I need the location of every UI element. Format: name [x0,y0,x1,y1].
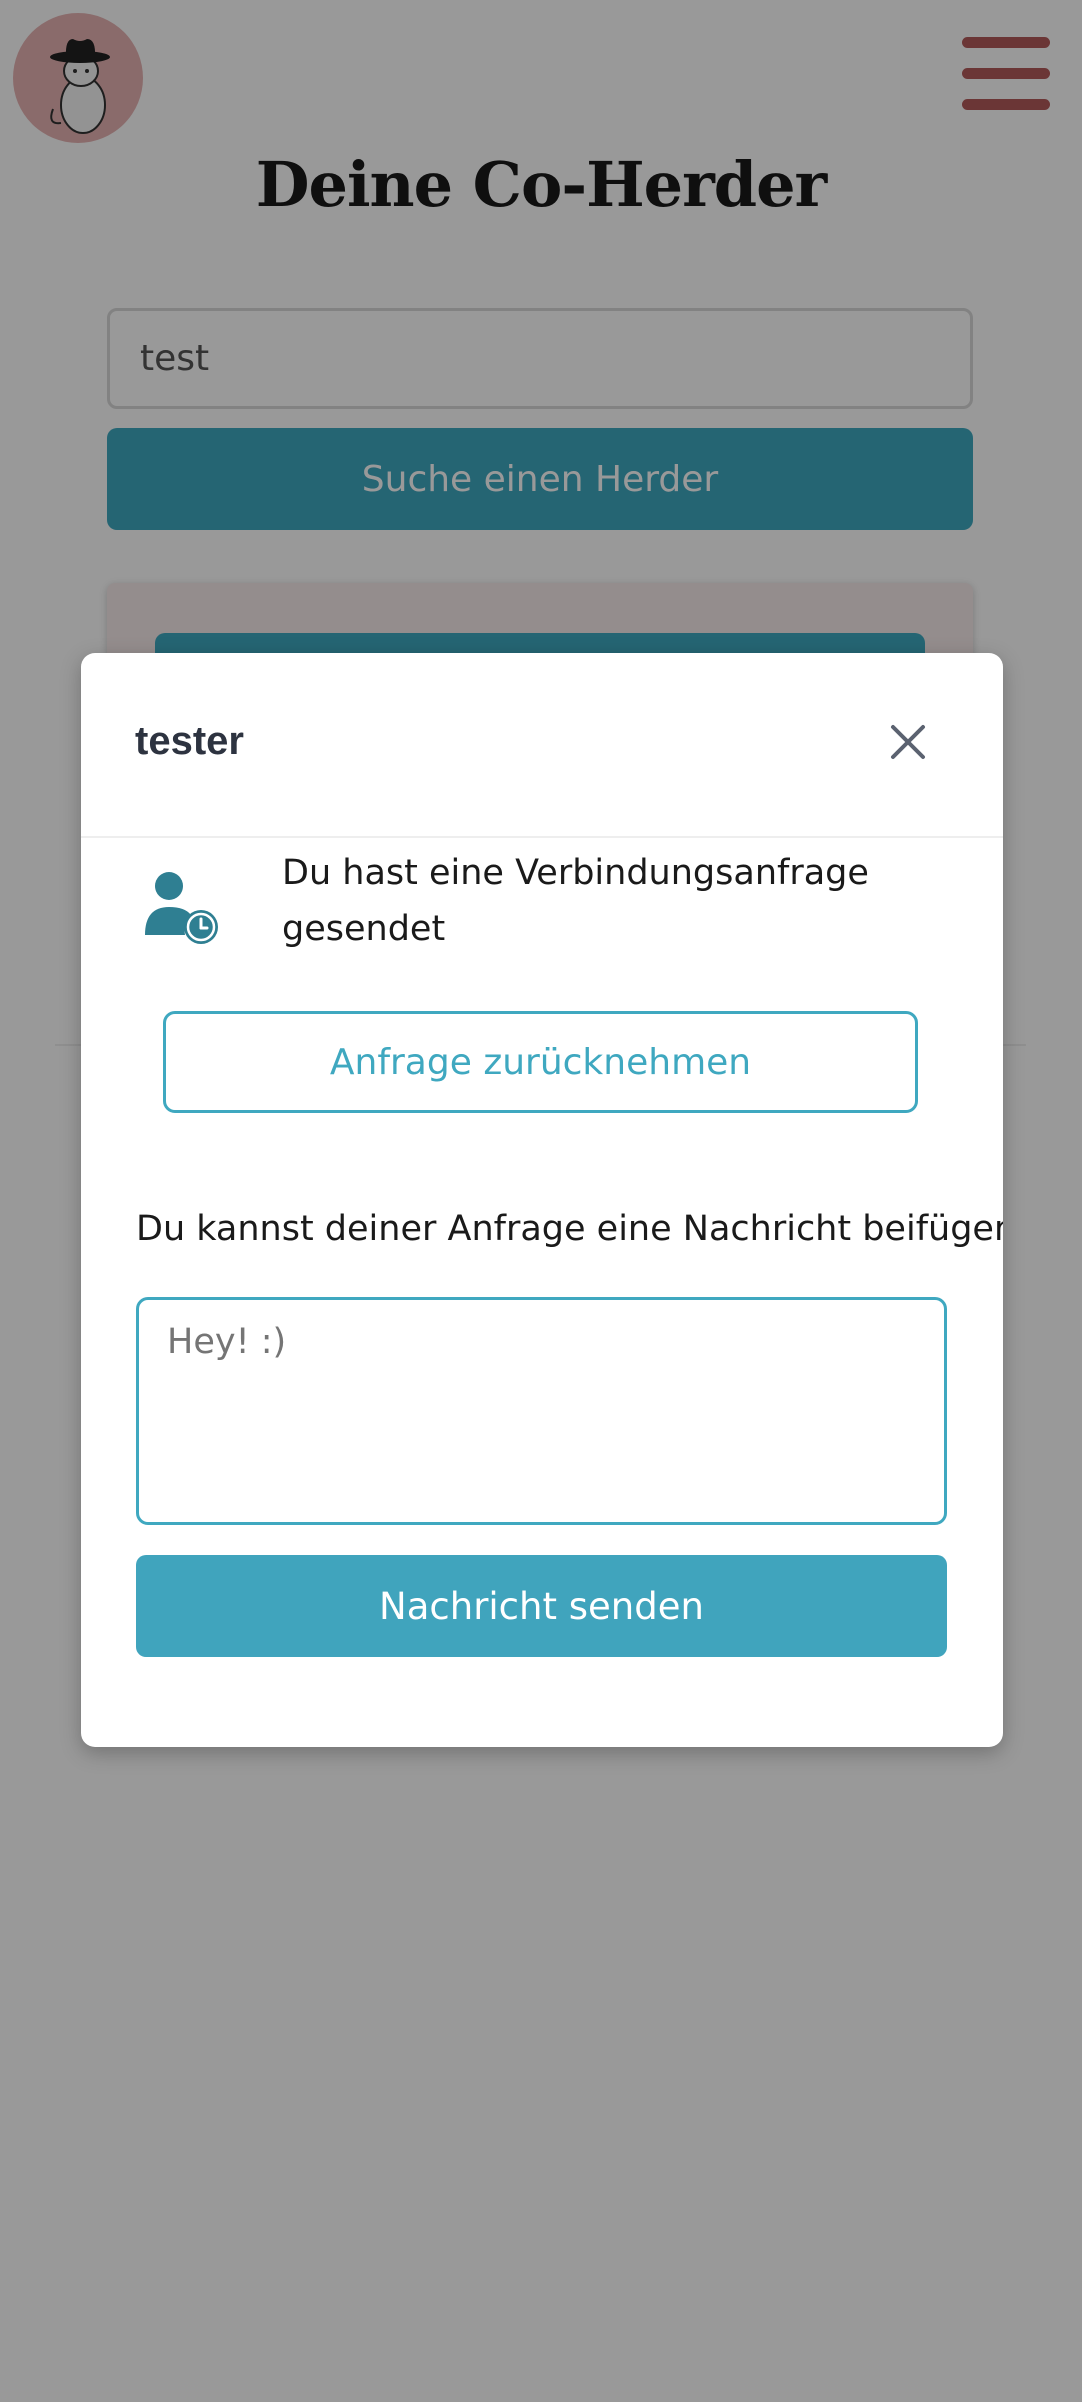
modal-header-divider [81,836,1003,838]
user-clock-icon [141,869,221,949]
connection-status-text: Du hast eine Verbindungsanfrage gesendet [282,853,869,949]
close-button[interactable] [885,719,931,765]
message-textarea[interactable] [136,1297,947,1525]
connection-request-modal: tester Du hast eine Verbindungsanfrage g… [81,653,1003,1747]
send-message-button[interactable]: Nachricht senden [136,1555,947,1657]
close-icon [891,725,925,759]
message-label: Du kannst deiner Anfrage eine Nachricht … [136,1209,1003,1249]
withdraw-request-button[interactable]: Anfrage zurücknehmen [163,1011,918,1113]
modal-title: tester [135,719,244,763]
